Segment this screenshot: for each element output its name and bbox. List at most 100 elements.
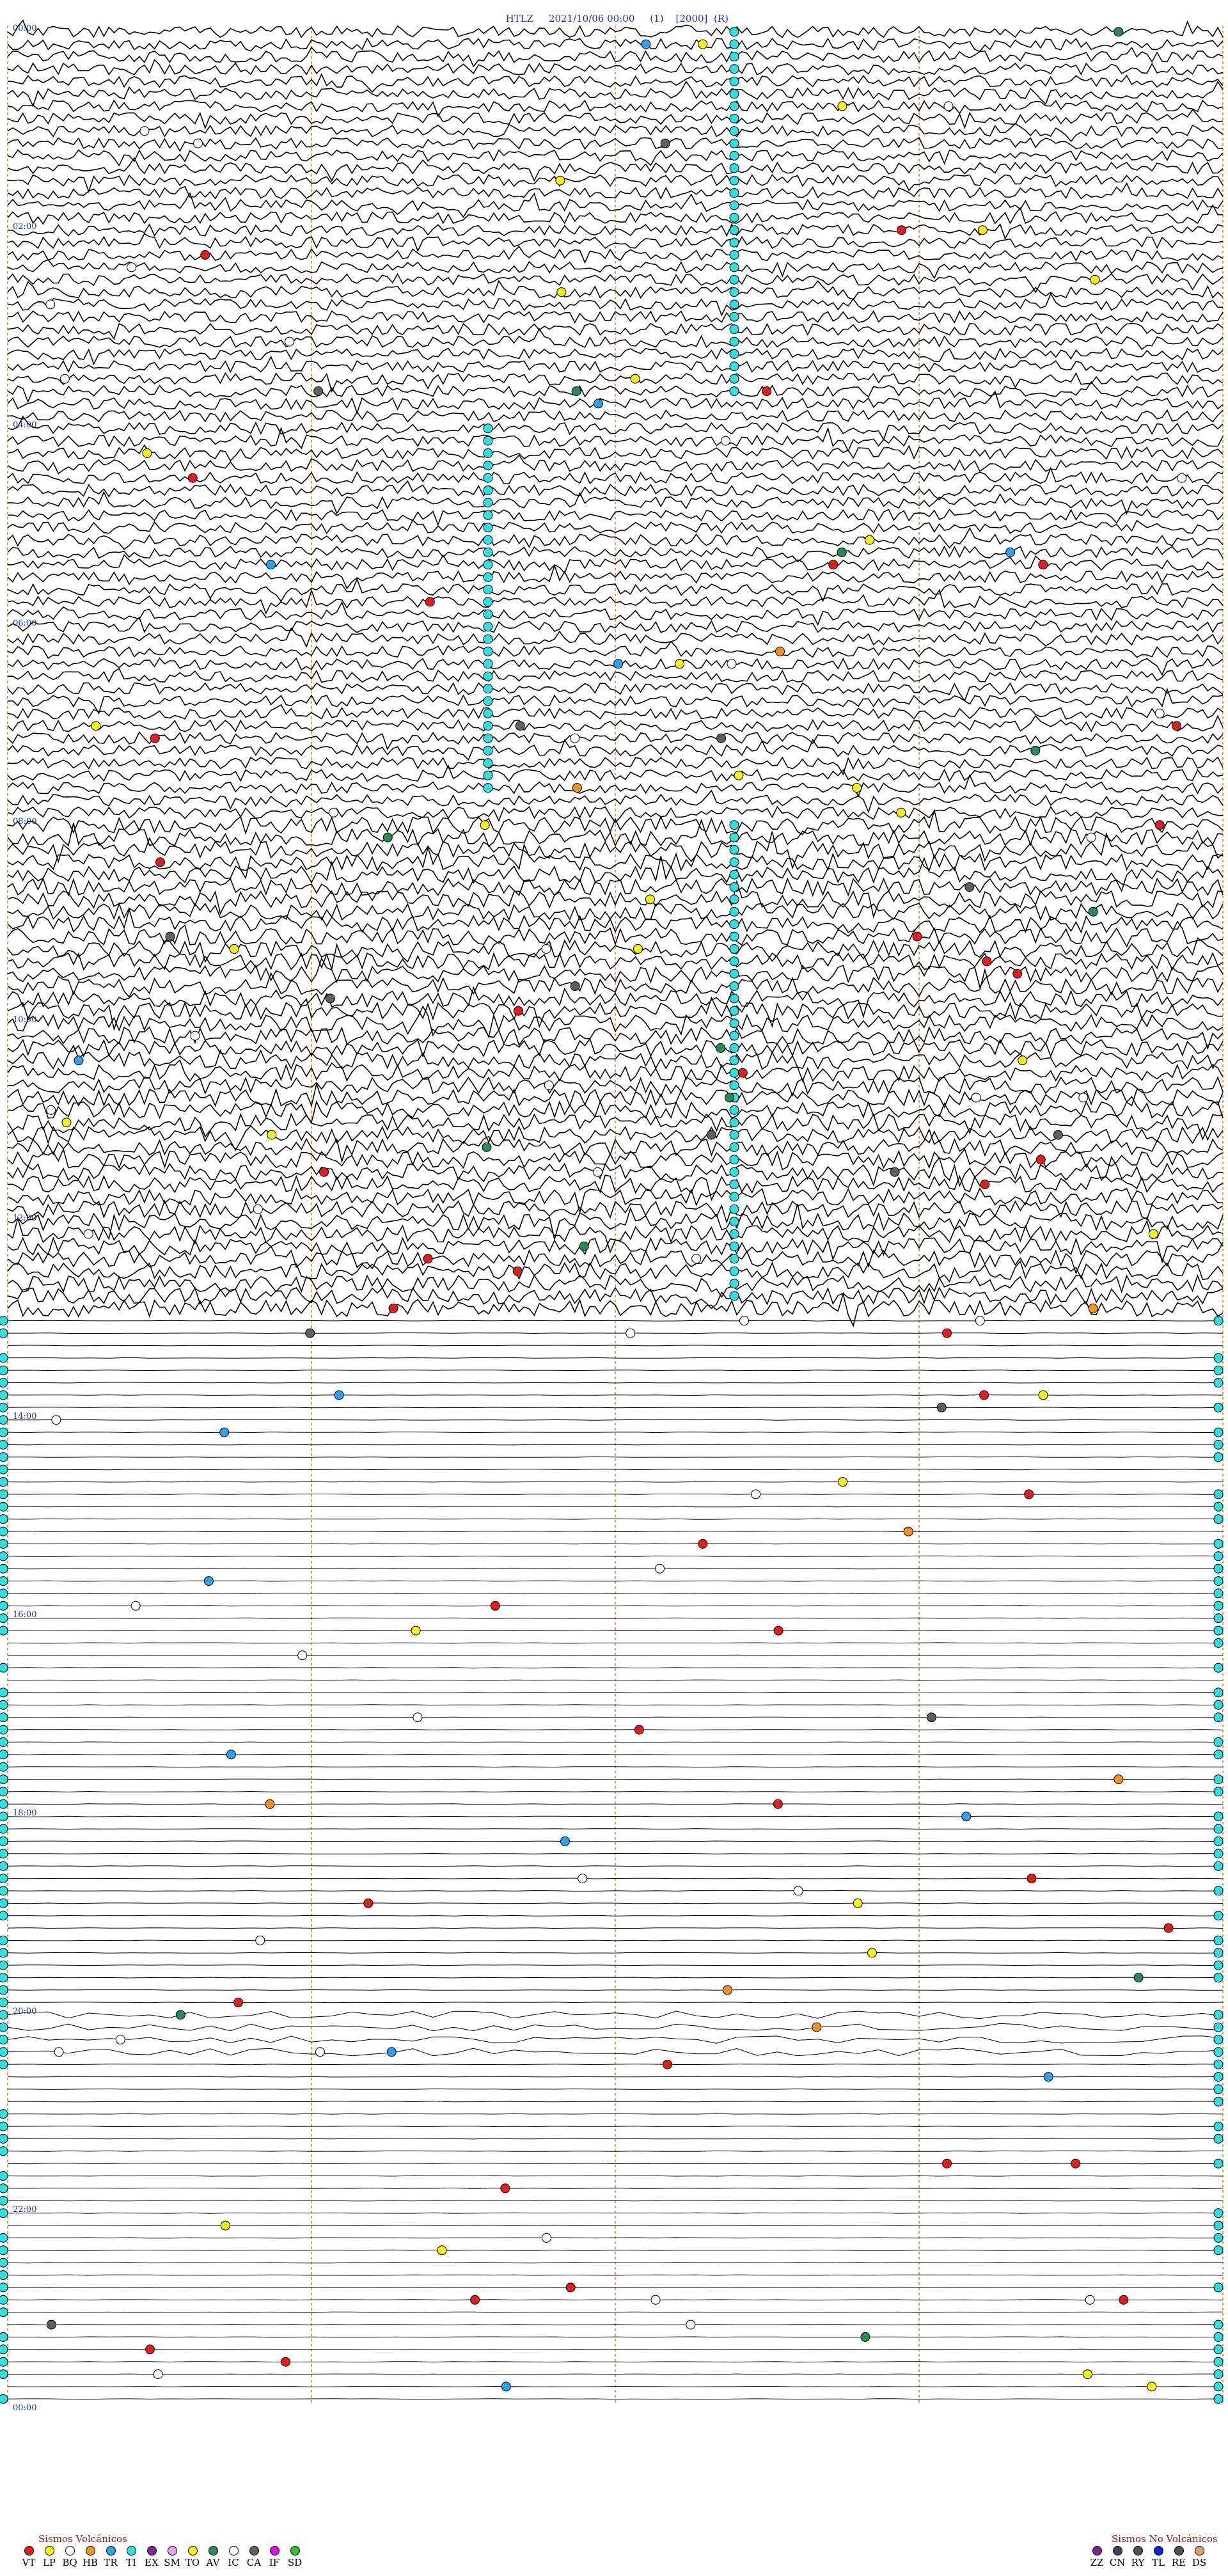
seismic-trace [8,1716,1224,1718]
legend-item-sd: SD [285,2546,304,2568]
event-marker [1147,2382,1157,2392]
event-marker [729,1192,739,1202]
seismic-trace [7,1952,1224,1954]
seismic-trace [8,2088,1224,2090]
event-marker [281,2357,290,2367]
event-marker [267,1130,277,1140]
event-marker [1213,1700,1224,1710]
event-marker [1213,2282,1224,2293]
event-marker [773,1799,783,1809]
event-marker [0,1501,8,1512]
event-marker [565,2282,576,2293]
event-marker [1035,1155,1046,1165]
event-marker [0,1613,8,1624]
event-marker [0,1824,8,1834]
event-marker [382,832,393,842]
event-marker [483,634,493,644]
event-marker [0,1538,8,1549]
event-marker [633,944,643,954]
event-marker [483,659,493,669]
legend-item-if: IF [265,2546,284,2568]
event-marker [1213,1365,1224,1375]
event-marker [74,1055,84,1066]
event-marker [142,448,152,458]
event-marker [729,844,739,855]
event-marker [865,535,874,545]
event-marker [942,2158,952,2169]
event-marker [0,2171,8,2181]
event-marker [1213,1960,1224,1970]
event-marker [739,1316,749,1326]
legend-item-cn: CN [1108,2546,1127,2568]
event-marker [1213,1687,1224,1698]
event-marker [980,1180,990,1190]
legend-label: RY [1131,2557,1145,2568]
event-marker [729,312,739,322]
event-marker [1213,2382,1224,2392]
event-marker [971,1093,981,1103]
event-marker [483,745,493,755]
seismic-trace [7,1242,1224,1275]
event-marker [716,1043,726,1053]
event-marker [729,993,739,1004]
event-marker [729,150,739,161]
event-marker [725,1093,735,1103]
event-marker [560,1836,570,1846]
event-marker [0,2121,8,2131]
event-marker [729,188,739,198]
event-marker [483,708,493,718]
event-marker [1012,968,1023,979]
event-marker [0,1886,8,1896]
event-marker [1213,1563,1224,1574]
event-marker [0,2109,8,2119]
event-marker [729,76,739,86]
event-marker [729,1155,739,1165]
seismic-trace [7,19,1224,38]
hour-label: 18:00 [13,1808,36,1818]
event-marker [480,820,490,830]
event-marker [1213,2084,1224,2094]
event-marker [0,1712,8,1723]
event-marker [1086,832,1096,842]
seismic-trace [8,1332,1224,1334]
event-marker [483,646,493,656]
event-marker [483,783,493,793]
event-marker [1213,1514,1224,1524]
event-marker [572,783,582,793]
event-marker [853,1898,863,1908]
legend-label: TL [1152,2557,1165,2568]
seismic-trace [7,37,1224,52]
legend-label: SD [287,2557,303,2568]
event-marker [556,287,567,297]
event-marker [729,1217,739,1227]
seismic-trace [7,1989,1224,1991]
legend-label: SM [164,2557,180,2568]
event-marker [0,1365,8,1375]
event-marker [313,386,324,397]
event-marker [1213,2010,1224,2020]
seismic-trace [7,204,1223,225]
event-marker [253,1204,263,1214]
event-marker [319,1167,329,1177]
event-marker [1213,1861,1224,1871]
event-marker [0,1935,8,1945]
event-marker [363,1898,374,1908]
event-marker [0,1898,8,1908]
event-marker [233,1997,244,2007]
event-marker [0,1625,8,1636]
event-marker [59,374,70,384]
legend-non-volcanic-title: Sismos No Volcánicos [1112,2533,1218,2545]
event-marker [729,894,739,905]
event-marker [483,696,493,706]
legend-item-ca: CA [244,2546,264,2568]
seismic-trace [7,2101,1224,2103]
event-marker [544,1080,554,1091]
hour-label: 04:00 [13,420,36,430]
event-marker [1213,1576,1224,1586]
event-marker [0,1390,8,1400]
event-marker [686,2319,696,2330]
event-marker [0,1799,8,1809]
event-marker [1213,1774,1224,1785]
event-marker [165,931,175,942]
hour-label: 14:00 [13,1412,36,1421]
